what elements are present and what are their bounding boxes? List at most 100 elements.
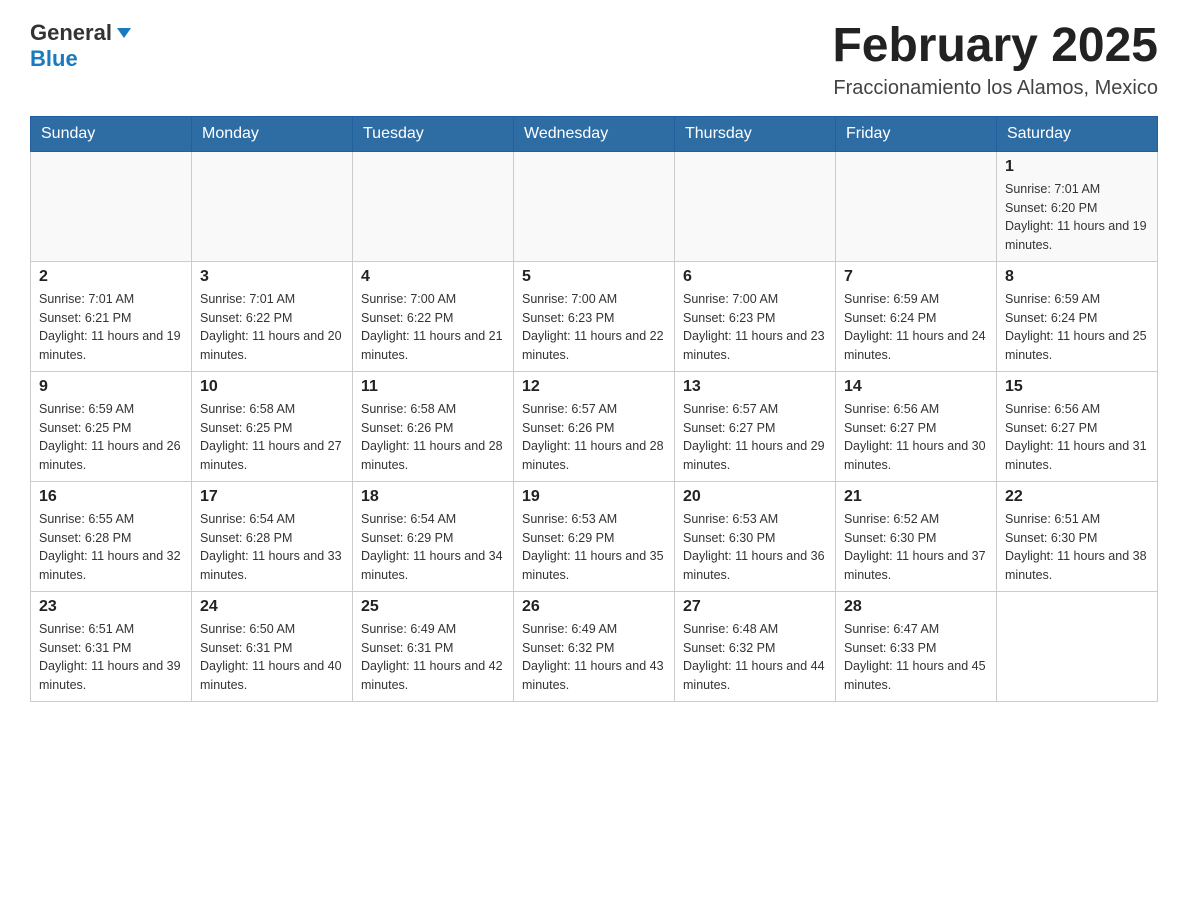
calendar-cell: 12Sunrise: 6:57 AMSunset: 6:26 PMDayligh… [514,371,675,481]
day-number: 22 [1005,488,1149,506]
calendar-cell: 15Sunrise: 6:56 AMSunset: 6:27 PMDayligh… [997,371,1158,481]
calendar-cell: 6 Sunrise: 7:00 AMSunset: 6:23 PMDaylight… [675,261,836,371]
day-number: 10 [200,378,344,396]
day-info: Sunrise: 6:54 AMSunset: 6:28 PMDaylight:… [200,510,344,585]
logo-blue: Blue [30,46,78,71]
day-number: 16 [39,488,183,506]
day-info: Sunrise: 6:53 AMSunset: 6:30 PMDaylight:… [683,510,827,585]
day-info: Sunrise: 7:01 AMSunset: 6:20 PMDaylight:… [1005,180,1149,255]
calendar-week-row-1: 1 Sunrise: 7:01 AMSunset: 6:20 PMDaylight… [31,151,1158,261]
day-info: Sunrise: 6:49 AMSunset: 6:32 PMDaylight:… [522,620,666,695]
calendar-cell [31,151,192,261]
calendar-cell: 20 Sunrise: 6:53 AMSunset: 6:30 PMDayligh… [675,481,836,591]
calendar-weekday-sunday: Sunday [31,116,192,151]
day-number: 3 [200,268,344,286]
page-header: General Blue February 2025 Fraccionamien… [30,20,1158,100]
day-info: Sunrise: 6:47 AMSunset: 6:33 PMDaylight:… [844,620,988,695]
logo-arrow-icon [115,24,133,42]
day-info: Sunrise: 6:59 AMSunset: 6:24 PMDaylight:… [1005,290,1149,365]
day-info: Sunrise: 6:58 AMSunset: 6:25 PMDaylight:… [200,400,344,475]
calendar-cell [192,151,353,261]
calendar-cell: 19 Sunrise: 6:53 AMSunset: 6:29 PMDayligh… [514,481,675,591]
day-info: Sunrise: 6:59 AMSunset: 6:25 PMDaylight:… [39,400,183,475]
day-info: Sunrise: 6:50 AMSunset: 6:31 PMDaylight:… [200,620,344,695]
day-info: Sunrise: 6:51 AMSunset: 6:31 PMDaylight:… [39,620,183,695]
day-number: 9 [39,378,183,396]
day-number: 25 [361,598,505,616]
logo-general: General [30,20,112,46]
day-number: 27 [683,598,827,616]
day-info: Sunrise: 6:56 AMSunset: 6:27 PMDaylight:… [1005,400,1149,475]
calendar-week-row-4: 16 Sunrise: 6:55 AMSunset: 6:28 PMDayligh… [31,481,1158,591]
day-number: 19 [522,488,666,506]
logo: General Blue [30,20,133,72]
day-info: Sunrise: 7:00 AMSunset: 6:22 PMDaylight:… [361,290,505,365]
calendar-cell [514,151,675,261]
day-number: 28 [844,598,988,616]
day-number: 13 [683,378,827,396]
calendar-cell: 18 Sunrise: 6:54 AMSunset: 6:29 PMDayligh… [353,481,514,591]
day-number: 11 [361,378,505,396]
calendar-cell: 13 Sunrise: 6:57 AMSunset: 6:27 PMDayligh… [675,371,836,481]
calendar-cell: 14 Sunrise: 6:56 AMSunset: 6:27 PMDayligh… [836,371,997,481]
calendar-cell: 4 Sunrise: 7:00 AMSunset: 6:22 PMDaylight… [353,261,514,371]
day-info: Sunrise: 6:59 AMSunset: 6:24 PMDaylight:… [844,290,988,365]
day-info: Sunrise: 7:00 AMSunset: 6:23 PMDaylight:… [522,290,666,365]
calendar-weekday-thursday: Thursday [675,116,836,151]
day-info: Sunrise: 6:57 AMSunset: 6:26 PMDaylight:… [522,400,666,475]
calendar-week-row-5: 23 Sunrise: 6:51 AMSunset: 6:31 PMDayligh… [31,591,1158,701]
day-info: Sunrise: 7:01 AMSunset: 6:21 PMDaylight:… [39,290,183,365]
calendar-cell: 10 Sunrise: 6:58 AMSunset: 6:25 PMDayligh… [192,371,353,481]
calendar-cell: 28 Sunrise: 6:47 AMSunset: 6:33 PMDayligh… [836,591,997,701]
page-title: February 2025 [832,20,1158,73]
calendar-cell: 2 Sunrise: 7:01 AMSunset: 6:21 PMDaylight… [31,261,192,371]
calendar-weekday-saturday: Saturday [997,116,1158,151]
calendar-cell: 9 Sunrise: 6:59 AMSunset: 6:25 PMDaylight… [31,371,192,481]
day-info: Sunrise: 6:48 AMSunset: 6:32 PMDaylight:… [683,620,827,695]
calendar-cell [836,151,997,261]
day-number: 6 [683,268,827,286]
calendar-weekday-friday: Friday [836,116,997,151]
day-number: 1 [1005,158,1149,176]
calendar-cell [675,151,836,261]
day-number: 17 [200,488,344,506]
day-number: 23 [39,598,183,616]
day-number: 7 [844,268,988,286]
day-info: Sunrise: 7:00 AMSunset: 6:23 PMDaylight:… [683,290,827,365]
calendar-header-row: SundayMondayTuesdayWednesdayThursdayFrid… [31,116,1158,151]
calendar-table: SundayMondayTuesdayWednesdayThursdayFrid… [30,116,1158,702]
day-number: 24 [200,598,344,616]
day-number: 5 [522,268,666,286]
calendar-cell [353,151,514,261]
day-info: Sunrise: 6:57 AMSunset: 6:27 PMDaylight:… [683,400,827,475]
calendar-cell: 7 Sunrise: 6:59 AMSunset: 6:24 PMDaylight… [836,261,997,371]
day-info: Sunrise: 6:58 AMSunset: 6:26 PMDaylight:… [361,400,505,475]
calendar-cell: 11 Sunrise: 6:58 AMSunset: 6:26 PMDayligh… [353,371,514,481]
calendar-cell: 17 Sunrise: 6:54 AMSunset: 6:28 PMDayligh… [192,481,353,591]
calendar-cell: 22 Sunrise: 6:51 AMSunset: 6:30 PMDayligh… [997,481,1158,591]
calendar-week-row-3: 9 Sunrise: 6:59 AMSunset: 6:25 PMDaylight… [31,371,1158,481]
day-info: Sunrise: 6:52 AMSunset: 6:30 PMDaylight:… [844,510,988,585]
day-number: 14 [844,378,988,396]
day-info: Sunrise: 6:55 AMSunset: 6:28 PMDaylight:… [39,510,183,585]
day-info: Sunrise: 7:01 AMSunset: 6:22 PMDaylight:… [200,290,344,365]
day-number: 26 [522,598,666,616]
day-info: Sunrise: 6:53 AMSunset: 6:29 PMDaylight:… [522,510,666,585]
calendar-cell: 1 Sunrise: 7:01 AMSunset: 6:20 PMDaylight… [997,151,1158,261]
day-number: 2 [39,268,183,286]
day-number: 20 [683,488,827,506]
calendar-weekday-monday: Monday [192,116,353,151]
calendar-weekday-tuesday: Tuesday [353,116,514,151]
day-number: 4 [361,268,505,286]
day-info: Sunrise: 6:56 AMSunset: 6:27 PMDaylight:… [844,400,988,475]
calendar-cell: 21Sunrise: 6:52 AMSunset: 6:30 PMDayligh… [836,481,997,591]
day-info: Sunrise: 6:51 AMSunset: 6:30 PMDaylight:… [1005,510,1149,585]
subtitle: Fraccionamiento los Alamos, Mexico [832,77,1158,100]
calendar-cell: 3 Sunrise: 7:01 AMSunset: 6:22 PMDaylight… [192,261,353,371]
calendar-cell: 25Sunrise: 6:49 AMSunset: 6:31 PMDayligh… [353,591,514,701]
day-info: Sunrise: 6:54 AMSunset: 6:29 PMDaylight:… [361,510,505,585]
day-number: 18 [361,488,505,506]
calendar-cell: 24 Sunrise: 6:50 AMSunset: 6:31 PMDayligh… [192,591,353,701]
calendar-cell: 8 Sunrise: 6:59 AMSunset: 6:24 PMDaylight… [997,261,1158,371]
day-number: 8 [1005,268,1149,286]
